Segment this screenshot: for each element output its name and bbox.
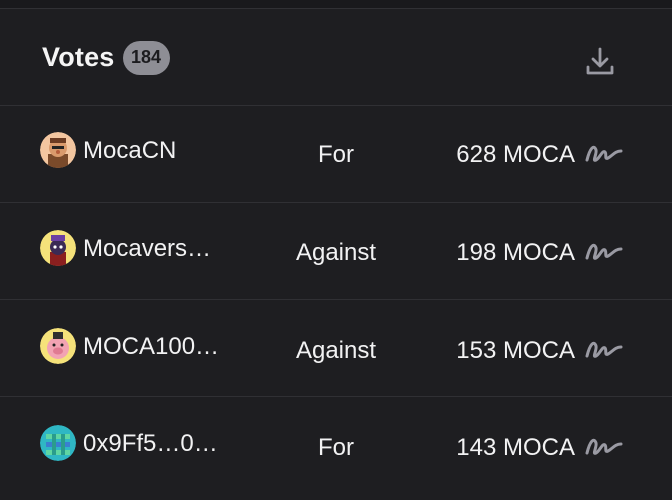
- votes-count-badge: 184: [122, 40, 170, 75]
- vote-amount: 628 MOCA: [456, 141, 575, 168]
- voter-name[interactable]: MocaCN: [83, 137, 233, 165]
- vote-row[interactable]: Mocavers… Against 198 MOCA: [0, 203, 672, 300]
- download-icon: [586, 47, 614, 75]
- top-divider: [0, 0, 672, 9]
- voter-name[interactable]: Mocavers…: [83, 235, 233, 263]
- voter-avatar: [40, 425, 76, 461]
- votes-panel: Votes 184 MocaCN For 628 MOCA Mocavers… …: [0, 0, 672, 500]
- signature-icon[interactable]: [584, 142, 624, 166]
- votes-title: Votes: [42, 42, 115, 72]
- vote-amount: 143 MOCA: [456, 434, 575, 461]
- voter-avatar: [40, 230, 76, 266]
- download-button[interactable]: [580, 42, 620, 82]
- vote-row[interactable]: MOCA100… Against 153 MOCA: [0, 300, 672, 397]
- vote-amount: 198 MOCA: [456, 239, 575, 266]
- voter-name[interactable]: MOCA100…: [83, 333, 233, 361]
- signature-icon[interactable]: [584, 338, 624, 362]
- signature-icon[interactable]: [584, 240, 624, 264]
- votes-header: Votes 184: [0, 10, 672, 106]
- voter-name[interactable]: 0x9Ff5…0…: [83, 430, 233, 458]
- moca-avatar-pink-icon: [40, 328, 76, 364]
- vote-row[interactable]: MocaCN For 628 MOCA: [0, 106, 672, 203]
- voter-avatar: [40, 132, 76, 168]
- vote-amount: 153 MOCA: [456, 337, 575, 364]
- vote-row[interactable]: 0x9Ff5…0… For 143 MOCA: [0, 397, 672, 500]
- voter-avatar: [40, 328, 76, 364]
- moca-avatar-teal-icon: [40, 425, 76, 461]
- moca-avatar-orange-icon: [40, 132, 76, 168]
- signature-icon[interactable]: [584, 435, 624, 459]
- moca-avatar-yellow-icon: [40, 230, 76, 266]
